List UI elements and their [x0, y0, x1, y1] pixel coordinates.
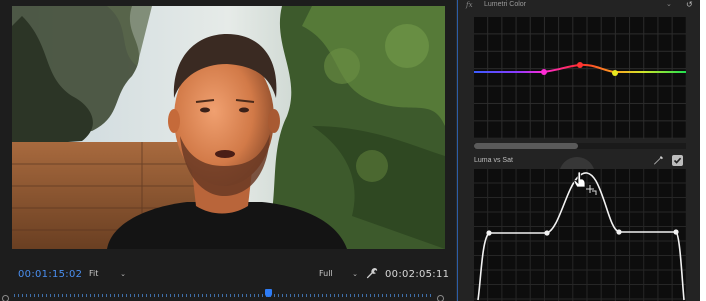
- in-point-handle[interactable]: [2, 295, 9, 301]
- curve-control-point[interactable]: [541, 69, 547, 75]
- playback-resolution-value: Full: [319, 269, 333, 278]
- duration-timecode: 00:02:05:11: [385, 269, 450, 280]
- fx-badge: fx: [466, 1, 473, 9]
- zoom-level-value: Fit: [89, 269, 99, 278]
- curve-control-point[interactable]: [577, 62, 583, 68]
- zoom-level-select[interactable]: Fit ⌄: [86, 266, 128, 282]
- hue-curve-graph[interactable]: [474, 17, 686, 139]
- video-preview[interactable]: [12, 6, 445, 249]
- current-timecode[interactable]: 00:01:15:02: [18, 269, 82, 280]
- luma-vs-sat-title: Luma vs Sat: [474, 157, 513, 164]
- playback-resolution-select[interactable]: Full ⌄: [315, 266, 360, 282]
- curve-control-point[interactable]: [673, 229, 679, 235]
- luma-vs-sat-curve: [477, 171, 685, 301]
- program-monitor: 00:01:15:02 Fit ⌄ Full ⌄ 00:02:05:11: [0, 0, 456, 301]
- luma-vs-sat-enable-checkbox[interactable]: [672, 155, 683, 166]
- luma-vs-sat-graph[interactable]: [474, 169, 686, 301]
- out-point-handle[interactable]: [437, 295, 444, 301]
- chevron-down-icon: ⌄: [120, 270, 126, 278]
- lumetri-color-panel: fx Lumetri Color ⌄ ↺ Luma vs Sat: [458, 0, 700, 301]
- chevron-down-icon[interactable]: ⌄: [666, 0, 672, 8]
- reset-icon[interactable]: ↺: [686, 0, 693, 9]
- curve-control-point[interactable]: [616, 229, 622, 235]
- curve-control-point[interactable]: [544, 230, 550, 236]
- panel-scrollbar[interactable]: [474, 143, 686, 149]
- scrollbar-thumb[interactable]: [474, 143, 578, 149]
- playhead[interactable]: [265, 289, 272, 297]
- timeline-ruler[interactable]: [0, 289, 456, 301]
- monitor-controls: 00:01:15:02 Fit ⌄ Full ⌄ 00:02:05:11: [0, 259, 456, 289]
- lumetri-header: fx Lumetri Color ⌄ ↺: [458, 0, 700, 12]
- curve-control-point[interactable]: [486, 230, 492, 236]
- hue-curve: [474, 62, 686, 76]
- precision-cursor-icon: [586, 185, 597, 195]
- curve-control-point[interactable]: [612, 70, 618, 76]
- eyedropper-icon[interactable]: [653, 155, 664, 166]
- chevron-down-icon: ⌄: [352, 270, 358, 278]
- ruler-ticks: [14, 294, 434, 297]
- window-edge: [700, 0, 706, 301]
- wrench-icon[interactable]: [366, 267, 378, 280]
- lumetri-panel-title[interactable]: Lumetri Color: [484, 1, 526, 8]
